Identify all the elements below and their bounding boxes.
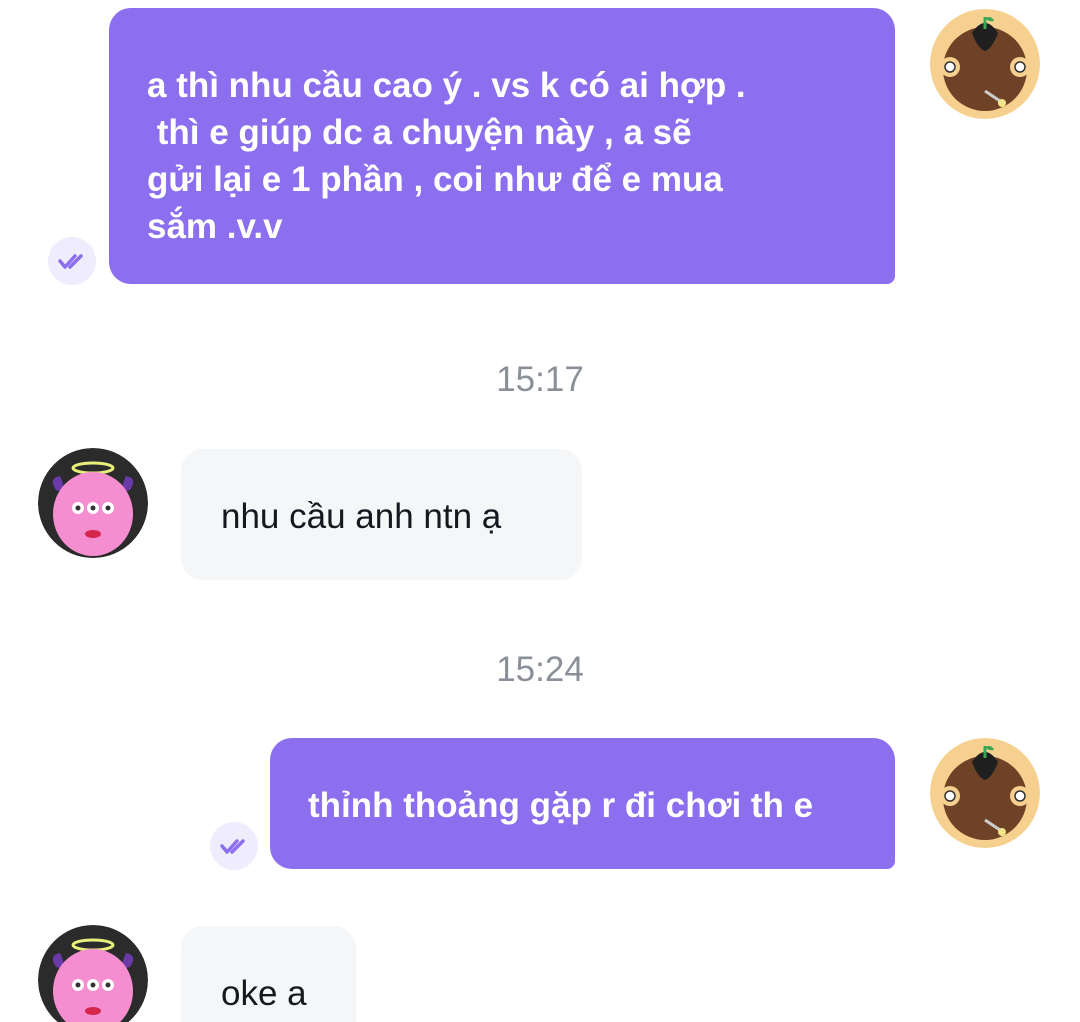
incoming-message-bubble[interactable]: nhu cầu anh ntn ạ (181, 449, 582, 580)
outgoing-message-bubble[interactable]: thỉnh thoảng gặp r đi chơi th e (270, 738, 895, 869)
outgoing-message-bubble[interactable]: a thì nhu cầu cao ý . vs k có ai hợp . t… (109, 8, 895, 284)
message-text: thỉnh thoảng gặp r đi chơi th e (308, 786, 814, 825)
message-text-line: sắm .v.v (147, 207, 283, 246)
timestamp-separator: 15:24 (496, 650, 584, 689)
message-text: oke a (221, 974, 307, 1013)
monkey-avatar-icon[interactable] (930, 738, 1040, 848)
pink-monster-avatar-icon[interactable] (38, 925, 148, 1022)
pink-monster-avatar-icon[interactable] (38, 448, 148, 558)
message-text-line: gửi lại e 1 phần , coi như để e mua (147, 160, 723, 199)
double-check-icon (210, 822, 258, 870)
timestamp-separator: 15:17 (496, 360, 584, 399)
message-text-line: thì e giúp dc a chuyện này , a sẽ (147, 113, 692, 152)
monkey-avatar-icon[interactable] (930, 9, 1040, 119)
message-text: nhu cầu anh ntn ạ (221, 497, 502, 536)
incoming-message-bubble[interactable]: oke a (181, 926, 356, 1022)
message-text-line: a thì nhu cầu cao ý . vs k có ai hợp . (147, 66, 746, 105)
double-check-icon (48, 237, 96, 285)
